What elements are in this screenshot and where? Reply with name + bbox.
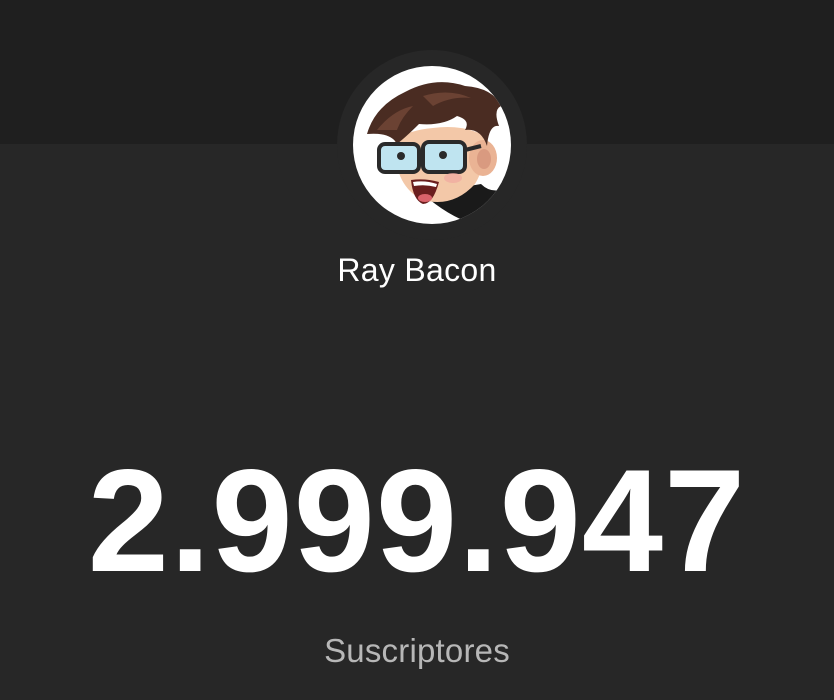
subscriber-label: Suscriptores bbox=[324, 632, 510, 669]
subscriber-counter-page: Ray Bacon 2.999.947 Suscriptores bbox=[0, 0, 834, 700]
subscriber-count: 2.999.947 bbox=[87, 439, 747, 602]
avatar[interactable] bbox=[353, 66, 511, 224]
channel-name[interactable]: Ray Bacon bbox=[0, 252, 834, 289]
cartoon-avatar-icon bbox=[367, 82, 511, 224]
